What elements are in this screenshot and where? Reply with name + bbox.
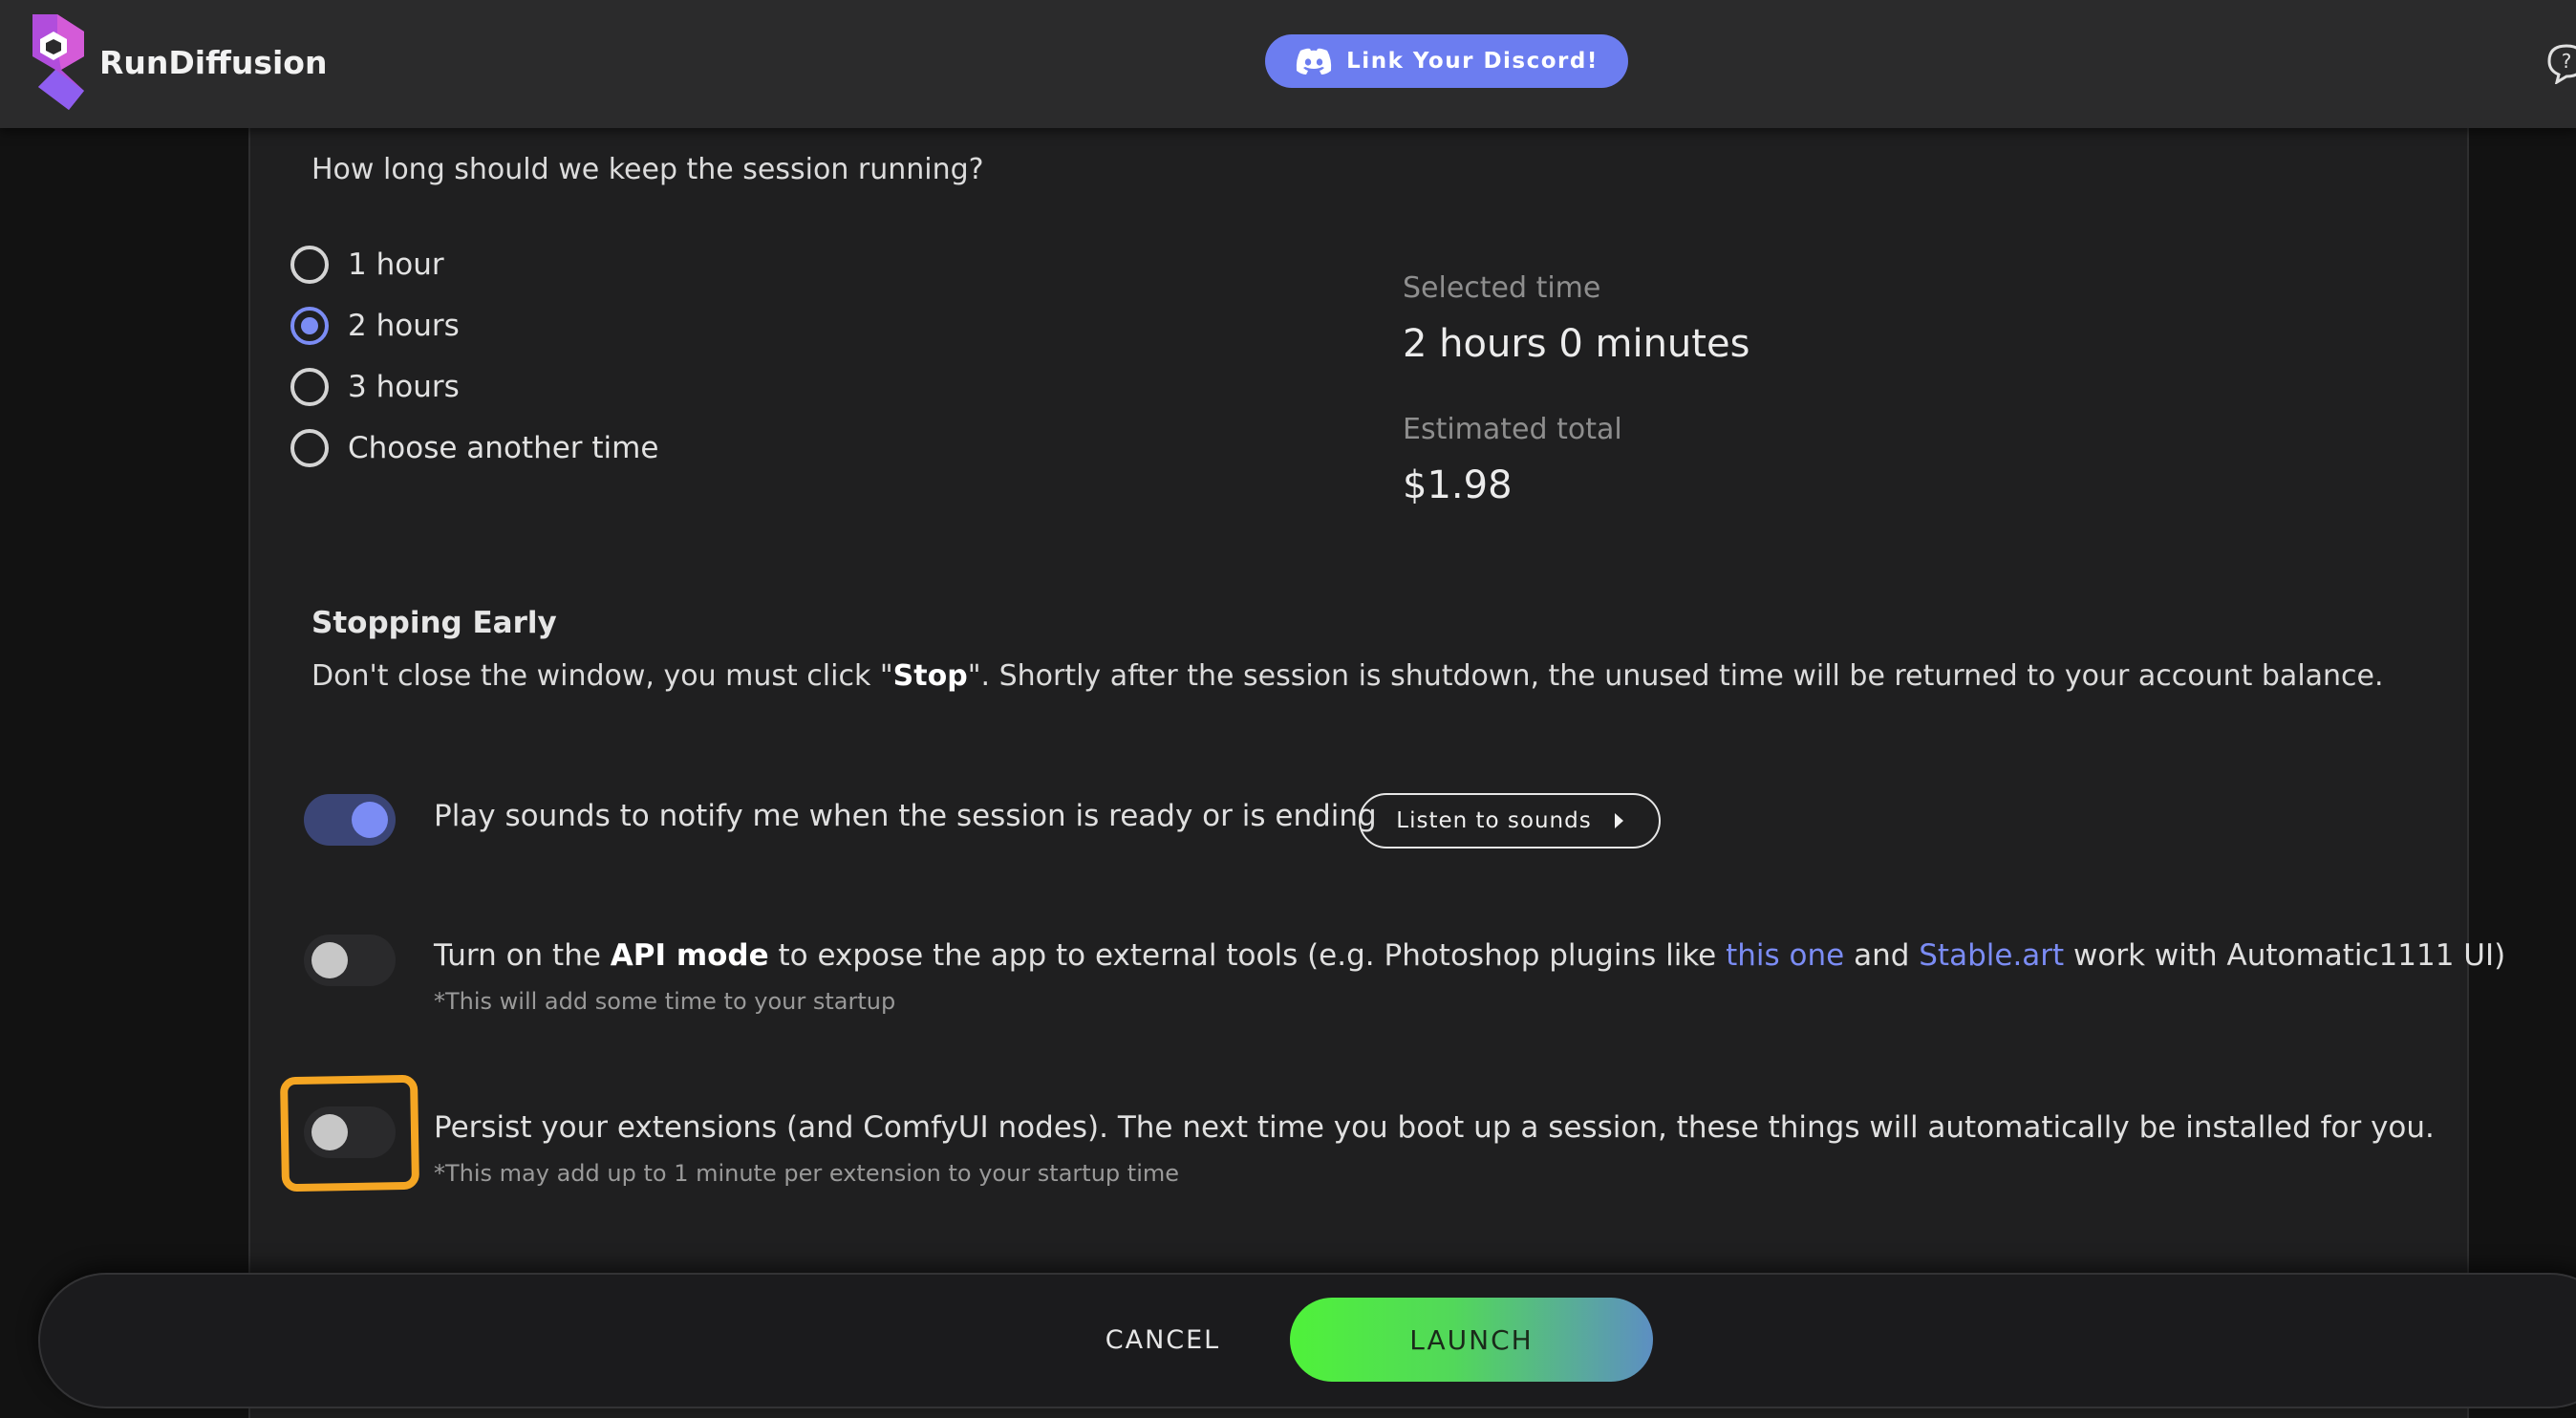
- estimated-total-label: Estimated total: [1403, 413, 1622, 446]
- api-mode-bold: API mode: [610, 938, 769, 973]
- brand[interactable]: RunDiffusion: [29, 10, 327, 115]
- duration-option-label: 1 hour: [348, 247, 444, 282]
- api-mode-toggle[interactable]: [304, 935, 396, 986]
- radio-button[interactable]: [290, 368, 329, 406]
- persist-extensions-note: *This may add up to 1 minute per extensi…: [434, 1160, 1179, 1187]
- stable-art-link[interactable]: Stable.art: [1919, 938, 2064, 973]
- sounds-option-text: Play sounds to notify me when the sessio…: [434, 799, 1377, 833]
- toggle-knob: [352, 802, 388, 838]
- stopping-early-text: Don't close the window, you must click "…: [311, 659, 2384, 693]
- api-mode-note: *This will add some time to your startup: [434, 988, 896, 1015]
- sounds-toggle[interactable]: [304, 794, 396, 846]
- play-arrow-icon: [1614, 813, 1623, 828]
- background-right: [2467, 128, 2576, 1418]
- duration-option-3-hours[interactable]: 3 hours: [290, 368, 460, 406]
- cancel-button[interactable]: CANCEL: [1063, 1309, 1263, 1370]
- selected-time-value: 2 hours 0 minutes: [1403, 322, 1750, 366]
- session-settings-panel: [248, 128, 2469, 1418]
- persist-extensions-toggle[interactable]: [304, 1106, 396, 1158]
- launch-button[interactable]: LAUNCH: [1290, 1298, 1653, 1382]
- duration-option-label: 2 hours: [348, 309, 460, 343]
- link-discord-label: Link Your Discord!: [1346, 49, 1599, 74]
- toggle-knob: [311, 942, 348, 978]
- background-left: [0, 128, 250, 1418]
- duration-option-1-hour[interactable]: 1 hour: [290, 246, 444, 284]
- duration-option-custom[interactable]: Choose another time: [290, 429, 658, 467]
- radio-button[interactable]: [290, 429, 329, 467]
- link-discord-button[interactable]: Link Your Discord!: [1265, 34, 1628, 88]
- radio-button[interactable]: [290, 246, 329, 284]
- rundiffusion-logo-icon: [32, 14, 84, 110]
- help-chat-icon[interactable]: ?: [2545, 42, 2576, 84]
- listen-to-sounds-label: Listen to sounds: [1396, 808, 1592, 833]
- duration-option-2-hours[interactable]: 2 hours: [290, 307, 460, 345]
- api-mode-option-text: Turn on the API mode to expose the app t…: [434, 938, 2506, 973]
- top-bar: RunDiffusion Link Your Discord! ?: [0, 0, 2576, 128]
- toggle-knob: [311, 1114, 348, 1150]
- stop-word: Stop: [892, 659, 968, 693]
- estimated-total-value: $1.98: [1403, 463, 1513, 507]
- brand-name: RunDiffusion: [99, 43, 328, 81]
- selected-time-label: Selected time: [1403, 271, 1601, 305]
- discord-icon: [1296, 48, 1332, 75]
- session-duration-question: How long should we keep the session runn…: [311, 153, 984, 186]
- photoshop-plugin-link[interactable]: this one: [1726, 938, 1844, 973]
- svg-text:?: ?: [2562, 50, 2572, 73]
- radio-button-selected[interactable]: [290, 307, 329, 345]
- duration-option-label: Choose another time: [348, 431, 659, 465]
- duration-option-label: 3 hours: [348, 370, 460, 404]
- persist-extensions-text: Persist your extensions (and ComfyUI nod…: [434, 1110, 2435, 1145]
- stopping-early-title: Stopping Early: [311, 606, 557, 640]
- listen-to-sounds-button[interactable]: Listen to sounds: [1359, 793, 1661, 849]
